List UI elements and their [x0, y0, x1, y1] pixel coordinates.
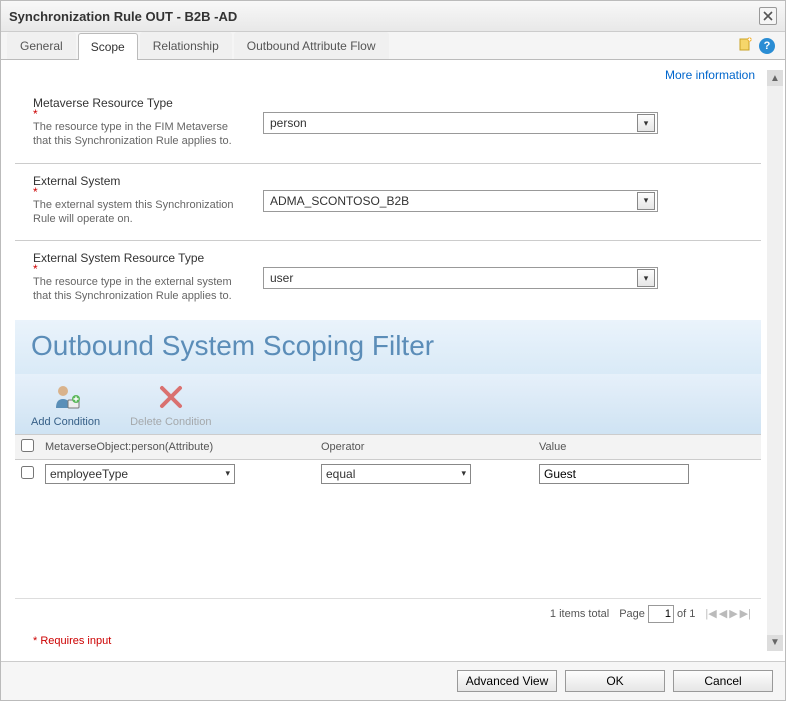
pager-next-icon[interactable]: ▶: [729, 607, 737, 620]
content-area: More information Metaverse Resource Type…: [1, 60, 785, 661]
value-input[interactable]: [539, 464, 689, 484]
condition-row: employeeType ▾ equal ▾: [15, 460, 761, 488]
operator-value: equal: [326, 467, 355, 481]
select-all-checkbox[interactable]: [21, 439, 34, 452]
titlebar: Synchronization Rule OUT - B2B -AD: [1, 1, 785, 32]
pager-first-icon[interactable]: |◀: [705, 607, 716, 620]
delete-condition-button: Delete Condition: [130, 380, 211, 428]
column-value-header: Value: [539, 441, 755, 453]
external-resource-label: External System Resource Type: [33, 251, 243, 265]
ok-button[interactable]: OK: [565, 670, 665, 692]
dialog-window: Synchronization Rule OUT - B2B -AD Gener…: [0, 0, 786, 701]
external-resource-type-value: user: [270, 271, 293, 285]
external-resource-help: The resource type in the external system…: [33, 275, 243, 304]
delete-condition-icon: [130, 380, 211, 414]
new-item-icon[interactable]: [737, 36, 753, 55]
pager-page-input[interactable]: [648, 605, 674, 623]
add-condition-label: Add Condition: [31, 416, 100, 428]
required-note: * Requires input: [15, 629, 761, 657]
help-icon[interactable]: ?: [759, 38, 775, 54]
tab-general[interactable]: General: [7, 32, 76, 59]
external-system-value: ADMA_SCONTOSO_B2B: [270, 194, 409, 208]
external-system-help: The external system this Synchronization…: [33, 198, 243, 227]
tab-bar: General Scope Relationship Outbound Attr…: [1, 32, 785, 60]
advanced-view-button[interactable]: Advanced View: [457, 670, 557, 692]
vertical-scrollbar[interactable]: ▲ ▼: [767, 70, 783, 651]
tab-scope[interactable]: Scope: [78, 33, 138, 60]
field-metaverse-resource-type: Metaverse Resource Type * The resource t…: [15, 86, 761, 164]
metaverse-resource-type-select[interactable]: person ▾: [263, 112, 658, 134]
scroll-down-icon[interactable]: ▼: [767, 635, 783, 651]
field-external-resource-type: External System Resource Type * The reso…: [15, 241, 761, 318]
add-condition-button[interactable]: Add Condition: [31, 380, 100, 428]
column-operator-header: Operator: [321, 441, 539, 453]
scroll-up-icon[interactable]: ▲: [767, 70, 783, 86]
required-marker: *: [33, 188, 243, 196]
dialog-footer: Advanced View OK Cancel: [1, 661, 785, 700]
scoping-filter-header: Outbound System Scoping Filter: [15, 320, 761, 374]
conditions-grid-header: MetaverseObject:person(Attribute) Operat…: [15, 434, 761, 460]
field-external-system: External System * The external system th…: [15, 164, 761, 242]
pager-page-label: Page: [619, 608, 645, 620]
scoping-filter-actions: Add Condition Delete Condition: [15, 374, 761, 434]
window-title: Synchronization Rule OUT - B2B -AD: [9, 9, 237, 24]
operator-select[interactable]: equal ▾: [321, 464, 471, 484]
pager-total: 1 items total: [550, 608, 609, 620]
pager-last-icon[interactable]: ▶|: [740, 607, 751, 620]
pager-page-suffix: of 1: [677, 608, 695, 620]
required-marker: *: [33, 265, 243, 273]
attribute-value: employeeType: [50, 467, 128, 481]
row-checkbox[interactable]: [21, 466, 34, 479]
external-system-select[interactable]: ADMA_SCONTOSO_B2B ▾: [263, 190, 658, 212]
metaverse-resource-type-value: person: [270, 116, 307, 130]
chevron-down-icon: ▾: [459, 468, 468, 479]
attribute-select[interactable]: employeeType ▾: [45, 464, 235, 484]
chevron-down-icon: ▾: [637, 269, 655, 287]
external-system-label: External System: [33, 174, 243, 188]
pager-nav: |◀ ◀ ▶ ▶|: [705, 607, 751, 620]
cancel-button[interactable]: Cancel: [673, 670, 773, 692]
more-information-link[interactable]: More information: [665, 68, 755, 82]
column-attribute-header: MetaverseObject:person(Attribute): [45, 441, 321, 453]
scoping-filter-title: Outbound System Scoping Filter: [31, 330, 745, 362]
external-resource-type-select[interactable]: user ▾: [263, 267, 658, 289]
delete-condition-label: Delete Condition: [130, 416, 211, 428]
close-button[interactable]: [759, 7, 777, 25]
grid-pager: 1 items total Page of 1 |◀ ◀ ▶ ▶|: [15, 598, 761, 629]
chevron-down-icon: ▾: [637, 192, 655, 210]
pager-prev-icon[interactable]: ◀: [719, 607, 727, 620]
close-icon: [763, 11, 773, 21]
add-condition-icon: [31, 380, 100, 414]
chevron-down-icon: ▾: [223, 468, 232, 479]
grid-empty-space: [15, 488, 761, 598]
required-marker: *: [33, 110, 243, 118]
tab-outbound-attribute-flow[interactable]: Outbound Attribute Flow: [234, 32, 389, 59]
tab-relationship[interactable]: Relationship: [140, 32, 232, 59]
metaverse-help: The resource type in the FIM Metaverse t…: [33, 120, 243, 149]
metaverse-label: Metaverse Resource Type: [33, 96, 243, 110]
chevron-down-icon: ▾: [637, 114, 655, 132]
more-info-row: More information: [15, 64, 761, 86]
